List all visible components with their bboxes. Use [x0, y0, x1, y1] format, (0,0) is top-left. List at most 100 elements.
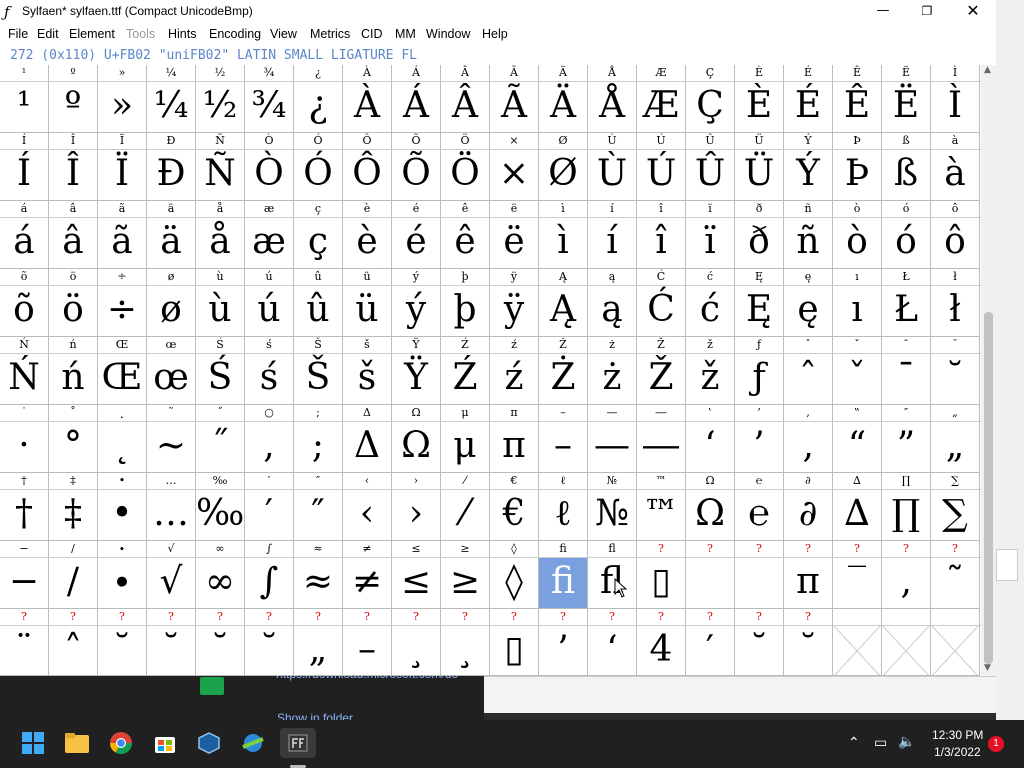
glyph-cell[interactable]: † †: [0, 473, 49, 541]
glyph-cell[interactable]: ƒƒ: [735, 337, 784, 405]
glyph-cell[interactable]: óó: [882, 201, 931, 269]
glyph-cell[interactable]: ÅÅ: [588, 65, 637, 133]
glyph-cell[interactable]: ýý: [392, 269, 441, 337]
volume-icon[interactable]: 🔈: [898, 733, 915, 750]
glyph-cell-empty[interactable]: [931, 609, 980, 676]
glyph-cell[interactable]: ≥ ≥: [441, 541, 490, 609]
glyph-cell[interactable]: ÀÀ: [343, 65, 392, 133]
glyph-cell[interactable]: ðð: [735, 201, 784, 269]
glyph-cell[interactable]: ′ ′: [245, 473, 294, 541]
glyph-cell[interactable]: ˛ ˛: [98, 405, 147, 473]
glyph-cell[interactable]: ? ˄: [49, 609, 98, 676]
glyph-cell[interactable]: ? „: [294, 609, 343, 676]
glyph-cell[interactable]: ıı: [833, 269, 882, 337]
glyph-cell[interactable]: ˝ ˝: [196, 405, 245, 473]
fontforge-icon[interactable]: [280, 728, 316, 758]
glyph-cell[interactable]: ââ: [49, 201, 98, 269]
glyph-cell[interactable]: ⁄ ⁄: [441, 473, 490, 541]
glyph-cell[interactable]: ″”: [882, 405, 931, 473]
chevron-up-icon[interactable]: ⌃: [848, 734, 860, 751]
glyph-cell[interactable]: ÜÜ: [735, 133, 784, 201]
glyph-cell[interactable]: ŁŁ: [882, 269, 931, 337]
glyph-cell[interactable]: ™ ™: [637, 473, 686, 541]
glyph-cell[interactable]: ? ¸: [392, 609, 441, 676]
glyph-cell[interactable]: ŠŠ: [294, 337, 343, 405]
glyph-cell[interactable]: ÕÕ: [392, 133, 441, 201]
glyph-cell[interactable]: òò: [833, 201, 882, 269]
menu-hints[interactable]: Hints: [168, 27, 196, 41]
menu-tools[interactable]: Tools: [126, 27, 155, 41]
glyph-cell[interactable]: ? ▯: [490, 609, 539, 676]
glyph-cell[interactable]: ää: [147, 201, 196, 269]
glyph-cell[interactable]: úú: [245, 269, 294, 337]
scroll-up-arrow-icon[interactable]: ▲: [984, 65, 991, 75]
glyph-cell[interactable]: ÉÉ: [784, 65, 833, 133]
glyph-cell[interactable]: ? ˘: [147, 609, 196, 676]
glyph-cell[interactable]: êê: [441, 201, 490, 269]
menu-view[interactable]: View: [270, 27, 297, 41]
glyph-cell[interactable]: ÷ ÷: [98, 269, 147, 337]
glyph-cell[interactable]: ˘ ˘: [931, 337, 980, 405]
menu-mm[interactable]: MM: [395, 27, 416, 41]
glyph-cell[interactable]: ? ˘: [98, 609, 147, 676]
glyph-cell[interactable]: ãã: [98, 201, 147, 269]
clock-time[interactable]: 12:30 PM: [932, 728, 983, 742]
glyph-cell[interactable]: îî: [637, 201, 686, 269]
glyph-cell[interactable]: − −: [0, 541, 49, 609]
glyph-cell[interactable]: ;;: [294, 405, 343, 473]
menu-window[interactable]: Window: [426, 27, 470, 41]
glyph-cell[interactable]: ŃŃ: [0, 337, 49, 405]
glyph-cell[interactable]: ææ: [245, 201, 294, 269]
glyph-cell[interactable]: ΩΩ: [392, 405, 441, 473]
glyph-cell[interactable]: ……: [147, 473, 196, 541]
glyph-cell[interactable]: àà: [931, 133, 980, 201]
close-button[interactable]: ✕: [950, 0, 996, 24]
glyph-cell[interactable]: ĘĘ: [735, 269, 784, 337]
menu-file[interactable]: File: [8, 27, 28, 41]
glyph-cell[interactable]: ﬂﬂ: [588, 541, 637, 609]
glyph-cell-empty[interactable]: [882, 609, 931, 676]
glyph-cell[interactable]: μμ: [441, 405, 490, 473]
glyph-cell[interactable]: ∙ ∙: [98, 541, 147, 609]
glyph-cell[interactable]: ùù: [196, 269, 245, 337]
notification-badge[interactable]: 1: [988, 736, 1004, 752]
glyph-cell[interactable]: ÍÍ: [0, 133, 49, 201]
glyph-cell[interactable]: ○,: [245, 405, 294, 473]
glyph-cell[interactable]: »»: [98, 65, 147, 133]
glyph-cell[interactable]: ÓÓ: [294, 133, 343, 201]
glyph-cell[interactable]: √ √: [147, 541, 196, 609]
glyph-cell[interactable]: ôô: [931, 201, 980, 269]
glyph-cell[interactable]: ŒŒ: [98, 337, 147, 405]
glyph-cell[interactable]: éé: [392, 201, 441, 269]
glyph-cell[interactable]: ÞÞ: [833, 133, 882, 201]
minimize-button[interactable]: —: [860, 0, 906, 24]
clock-date[interactable]: 1/3/2022: [934, 745, 981, 759]
glyph-cell[interactable]: ïï: [686, 201, 735, 269]
glyph-cell[interactable]: źź: [490, 337, 539, 405]
glyph-cell[interactable]: ℮ ℮: [735, 473, 784, 541]
glyph-cell[interactable]: çç: [294, 201, 343, 269]
glyph-cell-empty[interactable]: [833, 609, 882, 676]
glyph-cell[interactable]: ∆ ∆: [833, 473, 882, 541]
glyph-cell[interactable]: ? ▯: [637, 541, 686, 609]
glyph-cell[interactable]: ęę: [784, 269, 833, 337]
glyph-cell[interactable]: ÿÿ: [490, 269, 539, 337]
glyph-cell[interactable]: ‛ ‘: [686, 405, 735, 473]
glyph-cell[interactable]: ËË: [882, 65, 931, 133]
glyph-cell[interactable]: ˆˆ: [784, 337, 833, 405]
glyph-cell[interactable]: ÎÎ: [49, 133, 98, 201]
glyph-cell[interactable]: ˉˉ: [882, 337, 931, 405]
glyph-cell[interactable]: ĆĆ: [637, 269, 686, 337]
glyph-cell[interactable]: èè: [343, 201, 392, 269]
glyph-cell[interactable]: üü: [343, 269, 392, 337]
glyph-cell[interactable]: ? ¸: [441, 609, 490, 676]
glyph-cell[interactable]: ½½: [196, 65, 245, 133]
network-tool-icon[interactable]: [238, 728, 268, 758]
glyph-cell[interactable]: œœ: [147, 337, 196, 405]
glyph-cell[interactable]: ∕ ∕: [49, 541, 98, 609]
glyph-cell[interactable]: áá: [0, 201, 49, 269]
glyph-cell[interactable]: ΔΔ: [343, 405, 392, 473]
glyph-cell[interactable]: ? ˘: [245, 609, 294, 676]
glyph-cell[interactable]: ? ‘: [588, 609, 637, 676]
glyph-cell[interactable]: ÚÚ: [637, 133, 686, 201]
